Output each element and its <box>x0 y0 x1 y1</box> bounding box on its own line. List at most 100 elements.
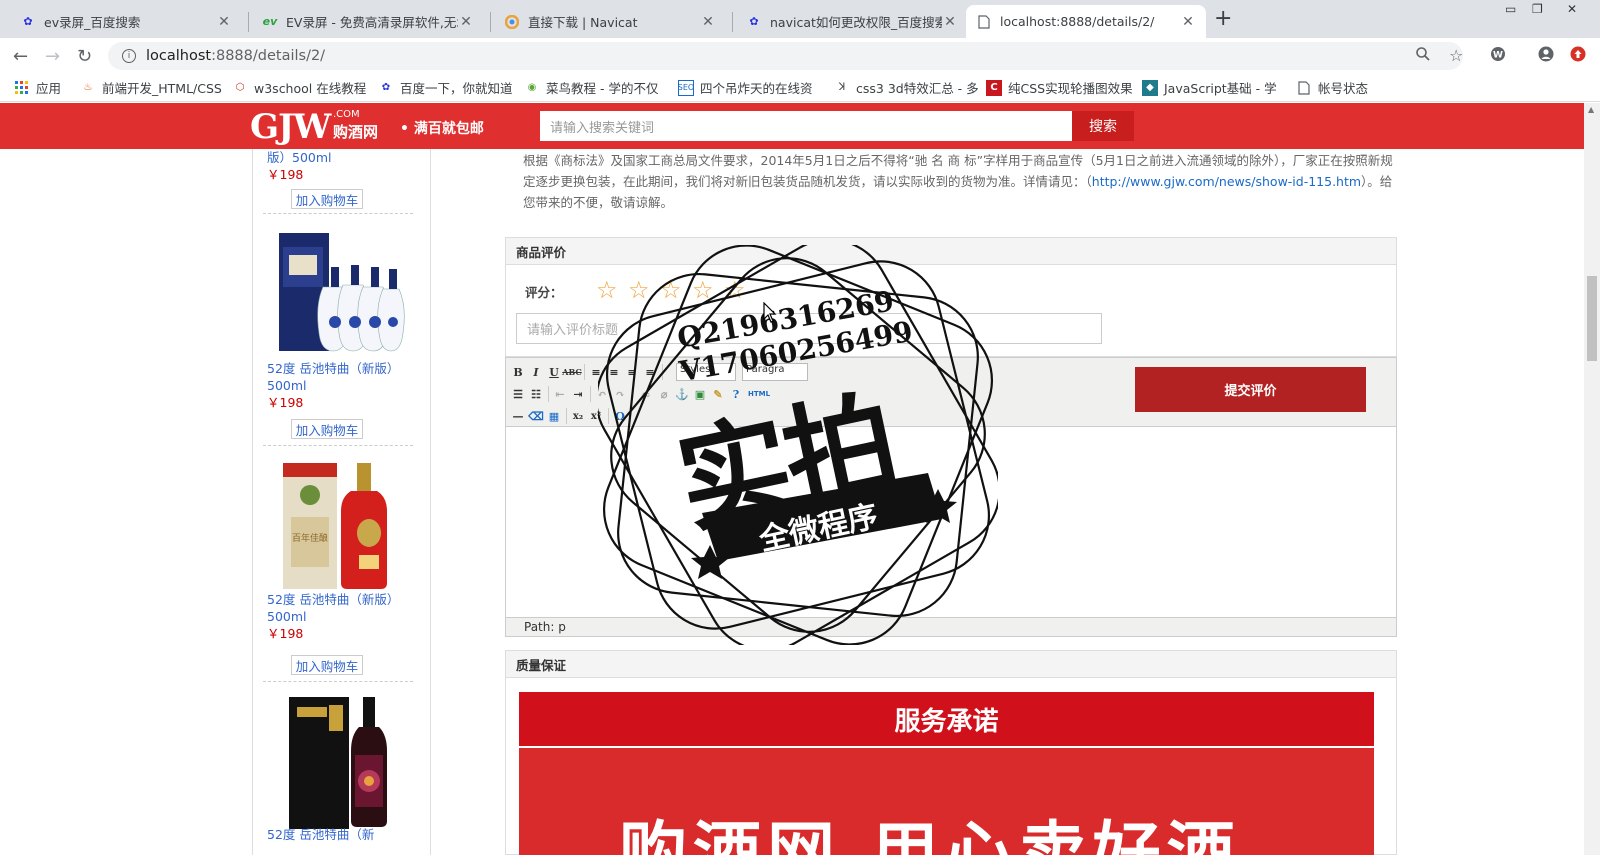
back-arrow-icon[interactable]: ← <box>13 46 28 67</box>
indent-icon[interactable]: ⇥ <box>570 386 586 402</box>
close-tab-icon[interactable]: ✕ <box>1180 14 1196 30</box>
list-item: 52度 岳池特曲（新 <box>267 826 407 843</box>
horizontal-rule-icon[interactable]: — <box>510 408 526 424</box>
page-scrollbar[interactable]: ▲ <box>1584 103 1600 855</box>
product-image[interactable]: 百年佳酿 <box>275 459 411 598</box>
scroll-up-icon[interactable]: ▲ <box>1588 105 1594 114</box>
strikethrough-icon[interactable]: ABC <box>562 364 581 380</box>
apps-grid-icon <box>14 80 30 96</box>
svg-text:W: W <box>1493 51 1503 61</box>
product-name[interactable]: 52度 岳池特曲（新版）500ml <box>267 360 407 394</box>
bookmark-item[interactable]: 帐号状态 <box>1296 78 1368 97</box>
product-name[interactable]: 版）500ml <box>267 149 407 166</box>
browser-tab[interactable]: ✿ ev录屏_百度搜索 ✕ <box>10 5 242 38</box>
ev-logo-icon: ev <box>262 15 278 28</box>
browser-tab-bar: ✿ ev录屏_百度搜索 ✕ ev EV录屏 - 免费高清录屏软件,无水 ✕ 直接… <box>0 0 1600 38</box>
submit-review-button[interactable]: 提交评价 <box>1135 367 1366 412</box>
quality-section-heading: 质量保证 <box>505 650 1397 678</box>
extension-icon[interactable]: W <box>1490 46 1506 66</box>
info-icon[interactable]: i <box>122 49 136 63</box>
product-image[interactable] <box>275 695 411 834</box>
product-price: ￥198 <box>267 395 304 410</box>
service-promise-banner: 服务承诺 <box>519 692 1374 746</box>
add-to-cart-button[interactable]: 加入购物车 <box>291 655 363 675</box>
bookmark-item[interactable]: ꓘ css3 3d特效汇总 - 多 <box>834 78 979 97</box>
bookmark-star-icon[interactable]: ☆ <box>1449 46 1463 65</box>
divider <box>263 681 413 682</box>
numbered-list-icon[interactable]: ☷ <box>528 386 544 402</box>
reload-icon[interactable]: ↻ <box>77 46 92 67</box>
seo-icon: SEO <box>678 79 694 96</box>
rating-label: 评分： <box>525 285 563 300</box>
related-products-sidebar: 版）500ml ￥198 加入购物车 52度 岳池特曲（新版）500ml ￥19… <box>252 149 431 855</box>
page-icon <box>976 14 992 30</box>
js-icon: ◆ <box>1142 79 1158 96</box>
baidu-paw-icon: ✿ <box>749 15 759 28</box>
forward-arrow-icon[interactable]: → <box>45 46 60 67</box>
zoom-icon[interactable] <box>1415 46 1431 66</box>
divider <box>263 445 413 446</box>
scroll-thumb[interactable] <box>1587 276 1597 361</box>
add-to-cart-button[interactable]: 加入购物车 <box>291 189 363 209</box>
close-window-icon[interactable]: ✕ <box>1567 2 1577 16</box>
baidu-paw-icon: ✿ <box>381 82 391 93</box>
runoob-icon: ◉ <box>527 82 537 93</box>
bookmark-item[interactable]: ◉ 菜鸟教程 - 学的不仅 <box>524 78 659 97</box>
bookmark-item[interactable]: SEO 四个吊炸天的在线资 <box>678 78 813 97</box>
browser-tab[interactable]: ✿ navicat如何更改权限_百度搜索 ✕ <box>736 5 968 38</box>
notice-link[interactable]: http://www.gjw.com/news/show-id-115.htm <box>1092 174 1361 189</box>
browser-tab[interactable]: 直接下载 | Navicat ✕ <box>494 5 726 38</box>
browser-tab[interactable]: ev EV录屏 - 免费高清录屏软件,无水 ✕ <box>252 5 484 38</box>
close-tab-icon[interactable]: ✕ <box>942 14 958 30</box>
product-name[interactable]: 52度 岳池特曲（新版）500ml <box>267 591 407 625</box>
navicat-icon <box>504 14 520 30</box>
bookmark-item[interactable]: ♨ 前端开发_HTML/CSS <box>80 78 222 97</box>
product-image[interactable] <box>275 227 411 366</box>
bold-icon[interactable]: B <box>510 364 526 380</box>
mouse-cursor-icon <box>763 301 777 327</box>
subscript-icon[interactable]: x₂ <box>570 408 586 424</box>
brand-slogan-banner: 购酒网 用心卖好酒 <box>519 748 1374 855</box>
list-item: 版）500ml ￥198 <box>267 149 407 183</box>
new-tab-button[interactable]: + <box>1214 6 1232 31</box>
site-logo[interactable]: GJW <box>250 107 331 147</box>
product-price: ￥198 <box>267 167 304 182</box>
search-input[interactable]: 请输入搜索关键词 <box>540 111 1072 141</box>
svg-text:百年佳酿: 百年佳酿 <box>292 532 328 544</box>
divider <box>263 213 413 214</box>
add-to-cart-button[interactable]: 加入购物车 <box>291 419 363 439</box>
list-item: 52度 岳池特曲（新版）500ml ￥198 <box>267 591 407 642</box>
close-tab-icon[interactable]: ✕ <box>458 14 474 30</box>
address-bar-row: ← → ↻ i localhost:8888/details/2/ ☆ W <box>0 38 1600 74</box>
close-tab-icon[interactable]: ✕ <box>216 14 232 30</box>
css3-icon: ꓘ <box>838 82 846 93</box>
product-price: ￥198 <box>267 626 304 641</box>
free-shipping-slogan: • 满百就包邮 <box>400 121 484 137</box>
url-field[interactable]: i localhost:8888/details/2/ <box>108 42 1463 70</box>
product-name[interactable]: 52度 岳池特曲（新 <box>267 826 407 843</box>
bookmark-item[interactable]: C 纯CSS实现轮播图效果 <box>986 78 1133 97</box>
italic-icon[interactable]: I <box>528 364 544 380</box>
w3school-icon: ⬡ <box>235 82 245 93</box>
bookmark-apps[interactable]: 应用 <box>14 78 61 97</box>
table-icon[interactable]: ▦ <box>546 408 562 424</box>
search-button[interactable]: 搜索 <box>1072 111 1134 141</box>
bookmark-item[interactable]: ✿ 百度一下，你就知道 <box>378 78 513 97</box>
bullet-list-icon[interactable]: ☰ <box>510 386 526 402</box>
profile-avatar-icon[interactable] <box>1538 46 1554 66</box>
site-header: GJW .COM 购酒网 • 满百就包邮 请输入搜索关键词 搜索 <box>0 103 1584 149</box>
underline-icon[interactable]: U <box>546 364 562 380</box>
csdn-icon: C <box>986 79 1002 96</box>
bookmarks-bar: 应用 ♨ 前端开发_HTML/CSS ⬡ w3school 在线教程 ✿ 百度一下，你… <box>0 74 1600 102</box>
outdent-icon[interactable]: ⇤ <box>552 386 568 402</box>
bookmark-item[interactable]: ⬡ w3school 在线教程 <box>232 78 367 97</box>
minimize-icon[interactable]: ▭ <box>1505 2 1516 16</box>
browser-tab-active[interactable]: localhost:8888/details/2/ ✕ <box>966 5 1206 38</box>
remove-format-icon[interactable]: ⌫ <box>528 408 544 424</box>
update-icon[interactable] <box>1570 46 1586 66</box>
bookmark-item[interactable]: ◆ JavaScript基础 - 学 <box>1142 78 1277 97</box>
close-tab-icon[interactable]: ✕ <box>700 14 716 30</box>
trademark-notice: 根据《商标法》及国家工商总局文件要求，2014年5月1日之后不得将“驰 名 商 … <box>523 153 1393 210</box>
restore-icon[interactable]: ❐ <box>1532 2 1543 16</box>
flame-icon: ♨ <box>83 82 93 93</box>
